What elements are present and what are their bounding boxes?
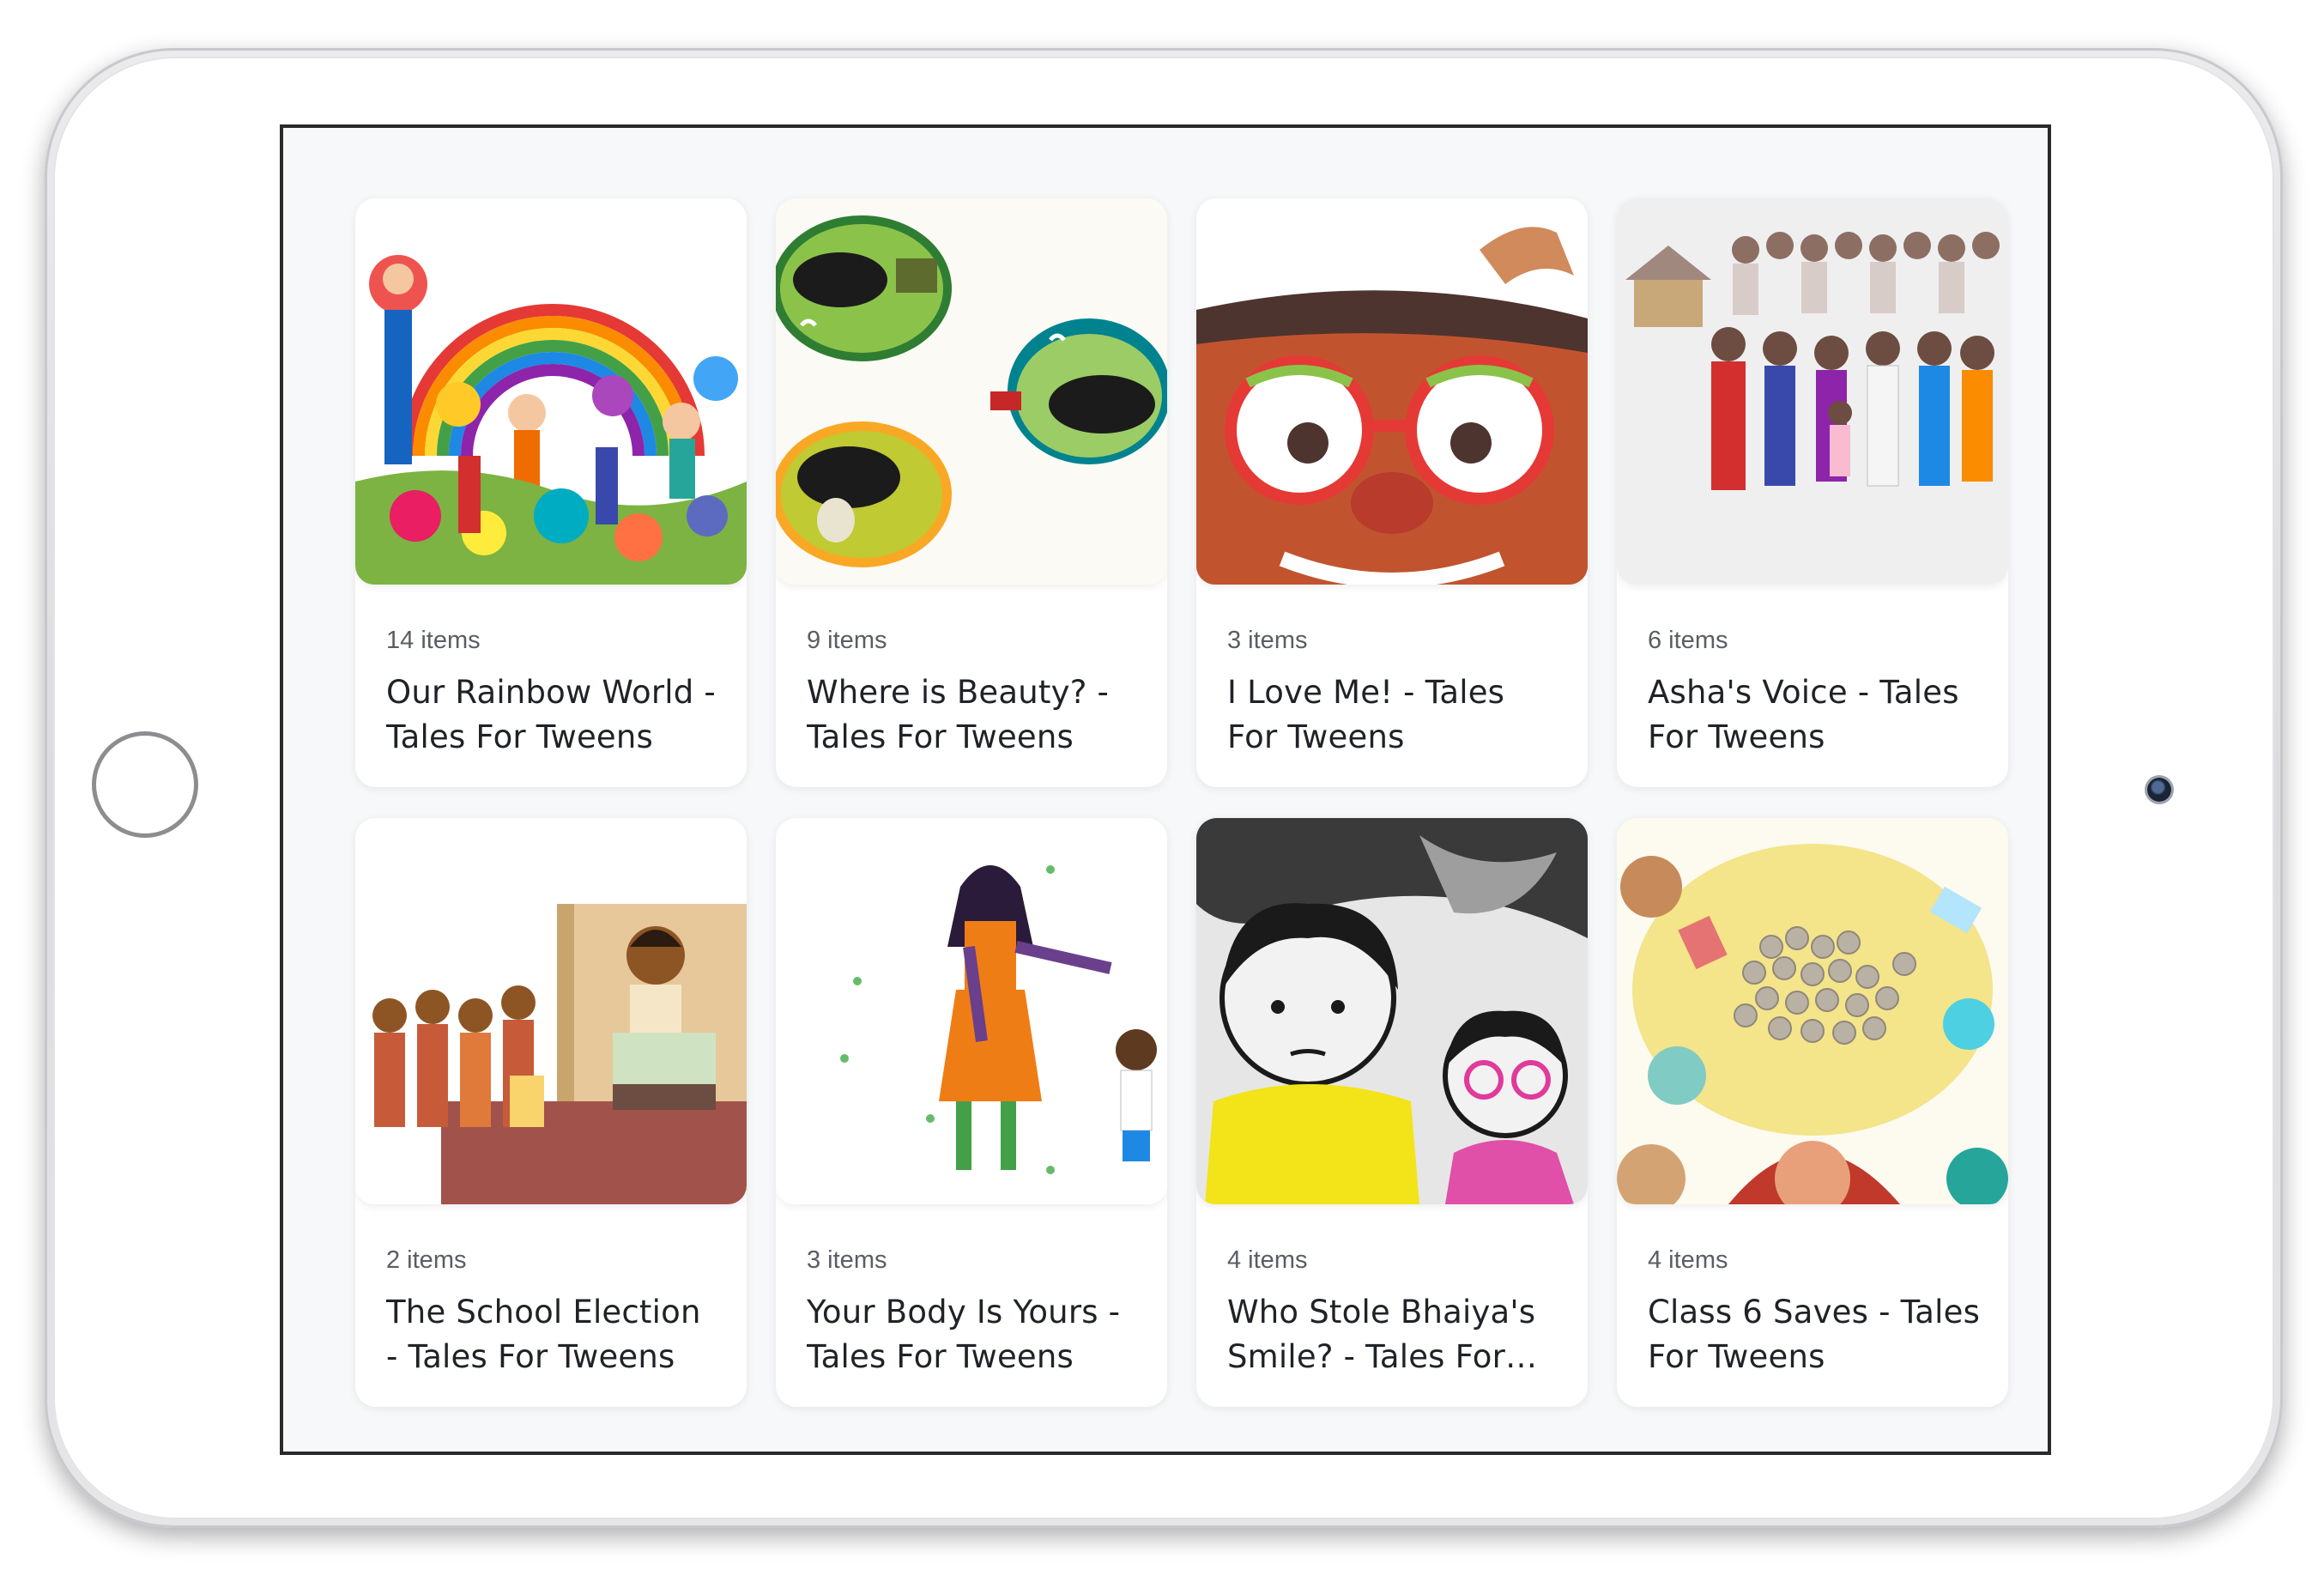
collection-meta: 9 items Where is Beauty? - Tales For Twe…: [807, 626, 1143, 760]
collection-title[interactable]: Your Body Is Yours - Tales For Tweens: [807, 1290, 1143, 1379]
collection-title[interactable]: Class 6 Saves - Tales For Tweens: [1648, 1290, 1984, 1379]
collection-card[interactable]: 2 items The School Election - Tales For …: [355, 818, 747, 1407]
collection-grid: 14 items Our Rainbow World - Tales For T…: [355, 198, 2008, 1407]
collection-title[interactable]: Who Stole Bhaiya's Smile? - Tales For Tw…: [1227, 1290, 1564, 1379]
collection-meta: 14 items Our Rainbow World - Tales For T…: [386, 626, 723, 760]
collection-title[interactable]: Asha's Voice - Tales For Tweens: [1648, 670, 1984, 760]
front-camera: [2147, 778, 2171, 802]
collection-cover: [776, 198, 1167, 585]
tablet-screen: 14 items Our Rainbow World - Tales For T…: [280, 124, 2051, 1455]
girl-and-boy-illustration: [776, 818, 1167, 1204]
collection-title[interactable]: I Love Me! - Tales For Tweens: [1227, 670, 1564, 760]
face-red-glasses-illustration: [1196, 198, 1588, 585]
collection-title[interactable]: Our Rainbow World - Tales For Tweens: [386, 670, 723, 760]
collection-cover: [1617, 198, 2008, 585]
item-count: 4 items: [1227, 1246, 1308, 1274]
collection-meta: 4 items Who Stole Bhaiya's Smile? - Tale…: [1227, 1246, 1564, 1379]
collection-card[interactable]: 6 items Asha's Voice - Tales For Tweens: [1617, 198, 2008, 787]
collection-meta: 4 items Class 6 Saves - Tales For Tweens: [1648, 1246, 1984, 1379]
item-count: 6 items: [1648, 627, 1728, 654]
item-count: 3 items: [807, 1246, 887, 1274]
voting-booth-illustration: [355, 818, 747, 1204]
rainbow-world-illustration: [355, 198, 747, 585]
home-button[interactable]: [92, 731, 198, 838]
collection-card[interactable]: 3 items I Love Me! - Tales For Tweens: [1196, 198, 1588, 787]
brother-sister-illustration: [1196, 818, 1588, 1204]
collection-cover: [1617, 818, 2008, 1204]
village-crowd-illustration: [1617, 198, 2008, 585]
item-count: 14 items: [386, 627, 481, 654]
collection-meta: 3 items Your Body Is Yours - Tales For T…: [807, 1246, 1143, 1379]
item-count: 9 items: [807, 627, 887, 654]
collection-meta: 3 items I Love Me! - Tales For Tweens: [1227, 626, 1564, 760]
collection-cover: [1196, 818, 1588, 1204]
collection-card[interactable]: 3 items Your Body Is Yours - Tales For T…: [776, 818, 1167, 1407]
item-count: 4 items: [1648, 1246, 1728, 1274]
collection-card[interactable]: 9 items Where is Beauty? - Tales For Twe…: [776, 198, 1167, 787]
collection-cover: [355, 198, 747, 585]
collection-cover: [355, 818, 747, 1204]
coins-table-illustration: [1617, 818, 2008, 1204]
collection-meta: 6 items Asha's Voice - Tales For Tweens: [1648, 626, 1984, 760]
item-count: 3 items: [1227, 627, 1308, 654]
buffalo-ovals-illustration: [776, 198, 1167, 585]
collection-title[interactable]: The School Election - Tales For Tweens: [386, 1290, 723, 1379]
collection-card[interactable]: 14 items Our Rainbow World - Tales For T…: [355, 198, 747, 787]
collection-card[interactable]: 4 items Who Stole Bhaiya's Smile? - Tale…: [1196, 818, 1588, 1407]
collection-card[interactable]: 4 items Class 6 Saves - Tales For Tweens: [1617, 818, 2008, 1407]
item-count: 2 items: [386, 1246, 467, 1274]
collection-title[interactable]: Where is Beauty? - Tales For Tweens: [807, 670, 1143, 760]
collection-cover: [776, 818, 1167, 1204]
collection-cover: [1196, 198, 1588, 585]
collection-meta: 2 items The School Election - Tales For …: [386, 1246, 723, 1379]
